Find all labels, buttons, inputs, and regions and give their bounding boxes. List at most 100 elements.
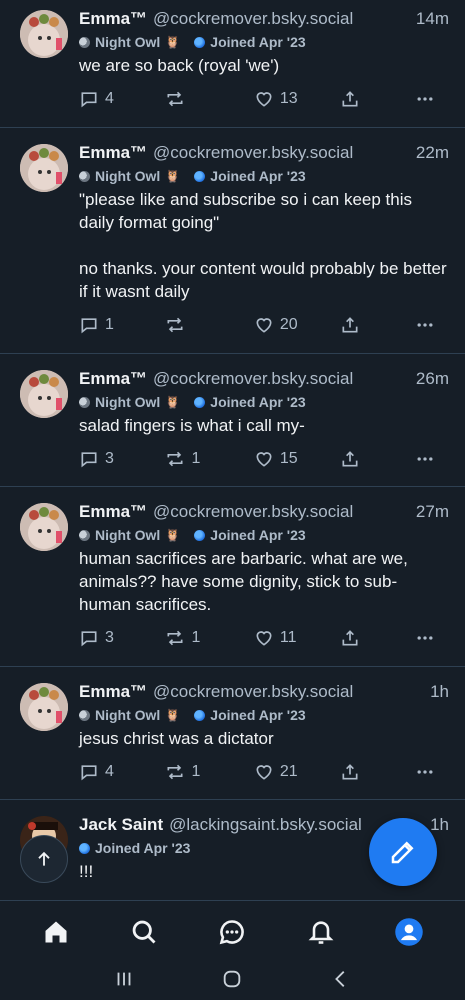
moon-icon xyxy=(79,709,90,721)
tab-profile[interactable] xyxy=(387,910,431,954)
bottom-tab-bar xyxy=(0,900,465,962)
bell-icon xyxy=(308,920,334,944)
system-home-button[interactable] xyxy=(221,968,243,995)
repost-button[interactable]: 1 xyxy=(165,762,253,782)
globe-icon xyxy=(194,170,206,182)
avatar[interactable] xyxy=(20,10,68,58)
post-time: 22m xyxy=(415,143,449,162)
badge-joined: Joined Apr '23 xyxy=(194,394,306,410)
share-button[interactable] xyxy=(340,89,415,109)
like-button[interactable]: 15 xyxy=(254,449,340,469)
author-handle[interactable]: @cockremover.bsky.social xyxy=(153,368,353,390)
like-button[interactable]: 13 xyxy=(254,89,340,109)
author-handle[interactable]: @cockremover.bsky.social xyxy=(153,142,353,164)
globe-icon xyxy=(194,36,206,48)
repost-button[interactable] xyxy=(165,315,253,335)
reply-button[interactable]: 4 xyxy=(79,762,165,782)
heart-icon xyxy=(256,92,272,107)
reply-button[interactable]: 1 xyxy=(79,315,165,335)
post-item[interactable]: Emma™ @cockremover.bsky.social 26m Night… xyxy=(0,354,465,487)
post-feed[interactable]: Emma™ @cockremover.bsky.social 14m Night… xyxy=(0,0,465,900)
reply-icon xyxy=(81,318,97,334)
home-icon xyxy=(45,921,67,942)
repost-button[interactable]: 1 xyxy=(165,449,253,469)
post-item[interactable]: Emma™ @cockremover.bsky.social 14m Night… xyxy=(0,0,465,128)
like-button[interactable]: 11 xyxy=(254,628,340,648)
reply-button[interactable]: 3 xyxy=(79,449,165,469)
author-name[interactable]: Emma™ xyxy=(79,142,147,164)
reply-button[interactable]: 4 xyxy=(79,89,165,109)
share-button[interactable] xyxy=(340,628,415,648)
repost-icon xyxy=(167,317,183,333)
author-name[interactable]: Emma™ xyxy=(79,681,147,703)
repost-icon xyxy=(167,451,183,467)
system-back-button[interactable] xyxy=(330,968,352,995)
badge-night-owl: Night Owl 🦉 xyxy=(79,527,180,543)
more-options-button[interactable] xyxy=(415,89,435,109)
more-options-button[interactable] xyxy=(415,628,435,648)
more-options-button[interactable] xyxy=(415,449,435,469)
author-name[interactable]: Jack Saint xyxy=(79,814,163,836)
compose-icon xyxy=(391,841,414,864)
share-icon xyxy=(342,317,358,333)
badge-night-owl: Night Owl 🦉 xyxy=(79,168,180,184)
reply-icon xyxy=(81,452,97,468)
tab-home[interactable] xyxy=(34,910,78,954)
author-handle[interactable]: @cockremover.bsky.social xyxy=(153,501,353,523)
repost-button[interactable] xyxy=(165,89,253,109)
avatar[interactable] xyxy=(20,503,68,551)
back-icon xyxy=(334,970,345,987)
repost-button[interactable]: 1 xyxy=(165,628,253,648)
avatar[interactable] xyxy=(20,683,68,731)
recent-apps-button[interactable] xyxy=(113,968,135,995)
avatar[interactable] xyxy=(20,370,68,418)
post-item[interactable]: Emma™ @cockremover.bsky.social 22m Night… xyxy=(0,128,465,354)
tab-notifications[interactable] xyxy=(299,910,343,954)
reply-button[interactable]: 3 xyxy=(79,628,165,648)
like-button[interactable]: 20 xyxy=(254,315,340,335)
author-handle[interactable]: @lackingsaint.bsky.social xyxy=(169,814,362,836)
author-handle[interactable]: @cockremover.bsky.social xyxy=(153,8,353,30)
post-text: salad fingers is what i call my- xyxy=(79,416,305,435)
post-item[interactable]: Emma™ @cockremover.bsky.social 1h Night … xyxy=(0,667,465,800)
badge-joined: Joined Apr '23 xyxy=(194,34,306,50)
more-options-button[interactable] xyxy=(415,762,435,782)
author-name[interactable]: Emma™ xyxy=(79,368,147,390)
like-button[interactable]: 21 xyxy=(254,762,340,782)
post-text: jesus christ was a dictator xyxy=(79,729,274,748)
owl-icon: 🦉 xyxy=(165,35,181,49)
more-options-button[interactable] xyxy=(415,315,435,335)
author-handle[interactable]: @cockremover.bsky.social xyxy=(153,681,353,703)
post-text: human sacrifices are barbaric. what are … xyxy=(79,549,413,614)
share-button[interactable] xyxy=(340,762,415,782)
globe-icon xyxy=(194,396,206,408)
heart-icon xyxy=(256,631,272,646)
share-icon xyxy=(342,91,358,107)
reply-icon xyxy=(81,631,97,647)
more-icon xyxy=(417,323,433,327)
author-name[interactable]: Emma™ xyxy=(79,8,147,30)
moon-icon xyxy=(79,170,90,182)
repost-icon xyxy=(167,630,183,646)
chat-icon xyxy=(220,919,245,944)
compose-post-button[interactable] xyxy=(369,818,437,886)
system-navigation-bar xyxy=(0,962,465,1000)
home-circle-icon xyxy=(224,970,241,987)
author-name[interactable]: Emma™ xyxy=(79,501,147,523)
profile-icon xyxy=(395,917,423,946)
recent-apps-icon xyxy=(117,972,131,985)
repost-icon xyxy=(167,764,183,780)
moon-icon xyxy=(79,396,90,408)
post-item[interactable]: Emma™ @cockremover.bsky.social 27m Night… xyxy=(0,487,465,667)
owl-icon: 🦉 xyxy=(165,708,181,722)
scroll-to-top-button[interactable] xyxy=(20,835,68,883)
tab-chat[interactable] xyxy=(210,910,254,954)
post-time: 1h xyxy=(430,682,449,701)
post-time: 26m xyxy=(415,369,449,388)
more-icon xyxy=(417,457,433,461)
share-button[interactable] xyxy=(340,315,415,335)
share-button[interactable] xyxy=(340,449,415,469)
tab-search[interactable] xyxy=(122,910,166,954)
avatar[interactable] xyxy=(20,144,68,192)
badge-night-owl: Night Owl 🦉 xyxy=(79,707,180,723)
